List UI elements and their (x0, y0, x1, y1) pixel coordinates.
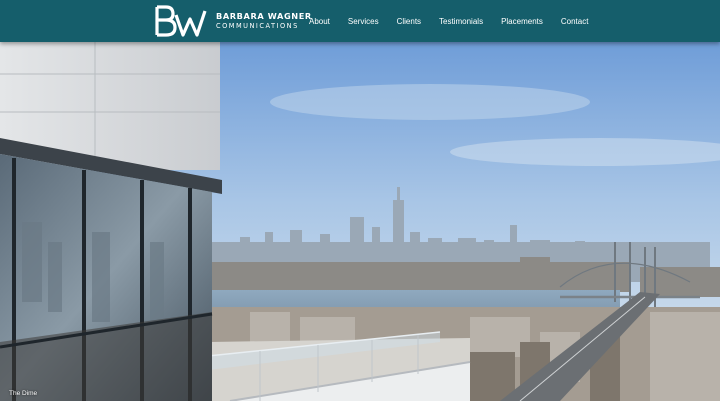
nav-contact[interactable]: Contact (561, 17, 589, 26)
nav-about[interactable]: About (309, 17, 330, 26)
nav-testimonials[interactable]: Testimonials (439, 17, 483, 26)
logo-name: BARBARA WAGNER (216, 11, 312, 21)
nav-services[interactable]: Services (348, 17, 379, 26)
nav-placements[interactable]: Placements (501, 17, 543, 26)
hero-cityscape-photo (0, 42, 720, 401)
bw-logo-mark-icon (155, 5, 207, 37)
main-nav: About Services Clients Testimonials Plac… (300, 0, 597, 42)
logo[interactable]: BARBARA WAGNER COMMUNICATIONS (154, 5, 312, 37)
photo-caption: The Dime (9, 390, 38, 397)
logo-text: BARBARA WAGNER COMMUNICATIONS (216, 11, 312, 31)
hero-image: The Dime (0, 42, 720, 401)
logo-subtitle: COMMUNICATIONS (216, 22, 299, 30)
nav-clients[interactable]: Clients (397, 17, 421, 26)
site-header: BARBARA WAGNER COMMUNICATIONS About Serv… (0, 0, 720, 42)
